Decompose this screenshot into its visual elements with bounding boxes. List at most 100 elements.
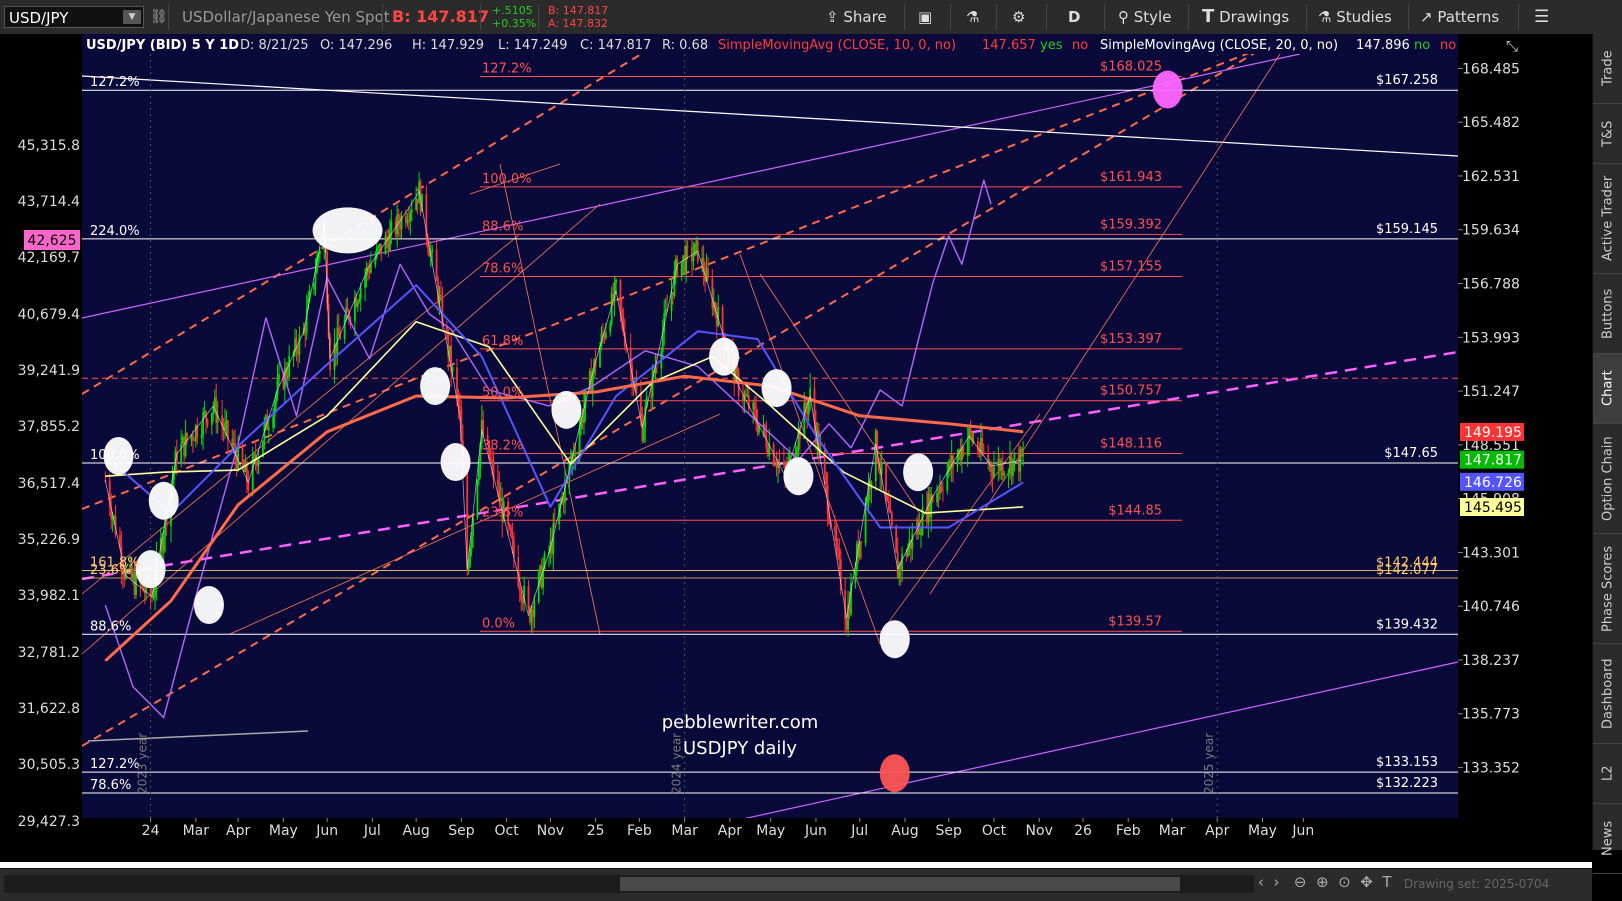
scroll-left-icon[interactable]: ‹	[1258, 873, 1264, 891]
year-label: 2024 year	[670, 733, 684, 794]
candle-body	[286, 376, 289, 378]
tab-t-s[interactable]: T&S	[1593, 104, 1622, 164]
highlight-circle	[1152, 70, 1183, 109]
candle-body	[520, 590, 523, 601]
highlight-circle	[135, 550, 166, 589]
tab-buttons[interactable]: Buttons	[1593, 274, 1622, 354]
tab-option-chain[interactable]: Option Chain	[1593, 424, 1622, 534]
candle-body	[337, 327, 340, 336]
symbol-selector[interactable]: USD/JPY ▼	[4, 6, 144, 28]
header-date: D: 8/21/25	[240, 38, 309, 53]
candle-body	[477, 468, 480, 481]
candle-body	[1007, 470, 1010, 474]
candle-body	[886, 496, 889, 501]
candle-body	[920, 534, 922, 536]
candle-body	[489, 458, 492, 460]
symbol-description: USDollar/Japanese Yen Spot	[182, 8, 390, 26]
pan-icon[interactable]: ✥	[1360, 873, 1373, 891]
candle-body	[508, 524, 511, 527]
fib-percent-label: 78.6%	[482, 261, 523, 276]
tab-dashboard[interactable]: Dashboard	[1593, 644, 1622, 744]
candle-body	[778, 461, 781, 463]
divider	[382, 4, 383, 30]
candle-body	[993, 466, 995, 477]
scroll-thumb[interactable]	[620, 877, 1180, 891]
sma20-no-1: no	[1414, 38, 1430, 53]
menu-icon[interactable]: ☰	[1534, 0, 1549, 34]
white-percent-label: 127.2%	[90, 757, 140, 772]
x-axis-label: Oct	[982, 823, 1007, 839]
fib-price-label: $168.025	[1100, 60, 1162, 75]
fib-percent-label: 127.2%	[482, 62, 532, 77]
highlight-circle	[551, 390, 582, 429]
header-open: O: 147.296	[320, 38, 392, 53]
tab-phase-scores[interactable]: Phase Scores	[1593, 534, 1622, 644]
zoom-out-icon[interactable]: ⊖	[1294, 873, 1307, 891]
candle-body	[609, 323, 612, 333]
tab-active-trader[interactable]: Active Trader	[1593, 164, 1622, 274]
tab-news[interactable]: News	[1593, 804, 1622, 874]
collapse-icon[interactable]: ⤡	[1506, 37, 1518, 55]
text-tool-icon[interactable]: T	[1382, 873, 1391, 891]
period-button[interactable]: D	[1068, 0, 1080, 34]
link-icon[interactable]: ⛓	[150, 0, 168, 34]
left-axis-label: 39,241.9	[18, 363, 80, 379]
scroll-right-icon[interactable]: ›	[1274, 873, 1280, 891]
studies-button[interactable]: ⚗ Studies	[1318, 0, 1392, 34]
left-axis-label: 37,855.2	[18, 419, 80, 435]
candle-body	[966, 440, 969, 456]
watermark-line-1: pebblewriter.com	[662, 712, 819, 733]
candle-body	[619, 279, 622, 309]
left-axis-label: 30,505.3	[18, 757, 80, 773]
chart-area[interactable]: 127.2% $168.025 100.0% $161.943 88.6% $159.39…	[0, 0, 1592, 844]
text-tool-icon: T	[1202, 6, 1215, 27]
tab-chart[interactable]: Chart	[1593, 354, 1622, 424]
x-axis-label: Apr	[718, 823, 742, 839]
candle-body	[154, 586, 156, 596]
candle-body	[200, 434, 203, 438]
gear-icon[interactable]: ⚙	[1012, 0, 1025, 34]
highlight-circle	[148, 481, 179, 520]
year-label: 2025 year	[1202, 733, 1216, 794]
white-price-label: $132.223	[1376, 776, 1438, 791]
x-axis-label: Jun	[804, 823, 827, 839]
candle-body	[692, 255, 695, 262]
flask-icon[interactable]: ⚗	[966, 0, 979, 34]
x-axis-label: Jul	[363, 823, 381, 839]
right-side-panel: Trade T&S Active Trader Buttons Chart Option …	[1592, 34, 1622, 874]
tab-trade[interactable]: Trade	[1593, 34, 1622, 104]
candle-body	[834, 526, 836, 531]
left-axis-label: 32,781.2	[18, 645, 80, 661]
x-axis-label: Aug	[402, 823, 429, 839]
x-axis-label: 24	[142, 823, 160, 839]
left-axis-marker-label: 42,625	[28, 233, 77, 249]
candle-body	[721, 306, 724, 334]
x-axis-label: Apr	[226, 823, 250, 839]
x-axis-label: Apr	[1205, 823, 1229, 839]
share-button[interactable]: ⇪ Share	[826, 0, 887, 34]
chart-svg[interactable]: 127.2% $168.025 100.0% $161.943 88.6% $159.39…	[0, 0, 1592, 844]
tab-l2[interactable]: L2	[1593, 744, 1622, 804]
sma10-label: SimpleMovingAvg (CLOSE, 10, 0, no)	[718, 38, 956, 53]
left-axis-label: 33,982.1	[18, 588, 80, 604]
drawings-label: Drawings	[1219, 8, 1290, 26]
patterns-button[interactable]: ↗ Patterns	[1420, 0, 1499, 34]
time-scrollbar[interactable]: ‹ › ⊖ ⊕ ⊙ ✥ T Drawing set: 2025-0704	[0, 868, 1592, 901]
divider	[480, 4, 481, 30]
x-axis-label: Mar	[183, 823, 210, 839]
highlight-circle	[903, 453, 934, 492]
candle-body	[470, 536, 473, 549]
drawings-button[interactable]: T Drawings	[1202, 0, 1289, 34]
fib-price-label: $157.155	[1100, 259, 1162, 274]
chevron-down-icon[interactable]: ▼	[123, 10, 141, 24]
zoom-in-icon[interactable]: ⊕	[1316, 873, 1329, 891]
right-axis-label: 135.773	[1462, 707, 1520, 723]
x-axis-label: May	[756, 823, 785, 839]
style-button[interactable]: ⚲ Style	[1118, 0, 1171, 34]
zoom-reset-icon[interactable]: ⊙	[1338, 873, 1351, 891]
divider	[1518, 4, 1519, 30]
screenshot-icon[interactable]: ▣	[918, 0, 932, 34]
x-axis-label: Mar	[671, 823, 698, 839]
x-axis-label: Sep	[448, 823, 475, 839]
right-axis-label: 162.531	[1462, 169, 1520, 185]
